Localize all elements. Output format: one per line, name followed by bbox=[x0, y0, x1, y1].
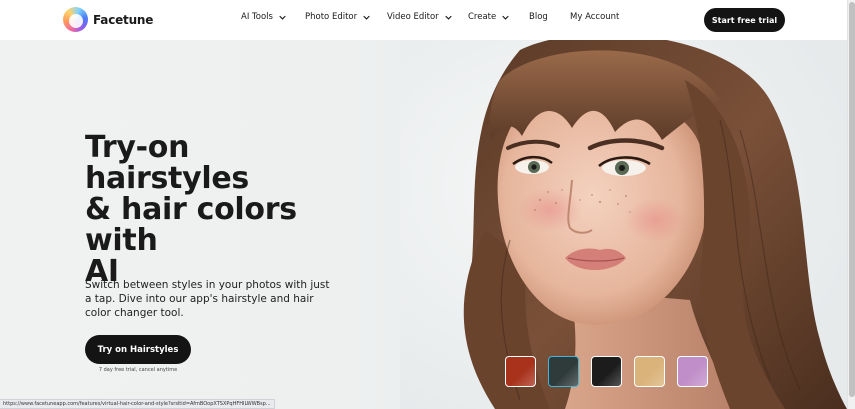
hair-color-swatch-copper-red[interactable] bbox=[505, 356, 536, 387]
chevron-down-icon bbox=[279, 15, 286, 20]
hair-color-swatch-black[interactable] bbox=[591, 356, 622, 387]
nav-ai-tools[interactable]: AI Tools bbox=[241, 12, 286, 22]
chevron-down-icon bbox=[363, 15, 370, 20]
site-header: Facetune AI Tools Photo Editor Video Edi… bbox=[0, 0, 847, 40]
nav-photo-editor[interactable]: Photo Editor bbox=[305, 12, 370, 22]
nav-video-editor[interactable]: Video Editor bbox=[387, 12, 452, 22]
nav-blog[interactable]: Blog bbox=[529, 12, 548, 22]
hero-portrait-image bbox=[400, 40, 847, 409]
chevron-down-icon bbox=[502, 15, 509, 20]
chevron-down-icon bbox=[444, 15, 452, 20]
try-on-hairstyles-button[interactable]: Try on Hairstyles bbox=[85, 335, 191, 364]
trial-note: 7 day free trial, cancel anytime bbox=[98, 367, 178, 373]
hero-section: Try-on hairstyles & hair colors with AI … bbox=[0, 40, 847, 409]
brand-name: Facetune bbox=[93, 12, 154, 27]
nav-item-label: AI Tools bbox=[241, 12, 273, 22]
nav-my-account[interactable]: My Account bbox=[570, 12, 619, 22]
status-bar-url: https://www.facetuneapp.com/features/vir… bbox=[0, 399, 275, 409]
hero-title: Try-on hairstyles & hair colors with AI bbox=[85, 132, 345, 287]
nav-create[interactable]: Create bbox=[468, 12, 509, 22]
facetune-logo[interactable]: Facetune bbox=[63, 7, 153, 32]
hero-title-line: Try-on hairstyles bbox=[85, 130, 249, 196]
facetune-logo-icon bbox=[63, 7, 88, 32]
start-free-trial-button[interactable]: Start free trial bbox=[704, 8, 785, 32]
hair-color-swatches bbox=[505, 356, 708, 387]
hero-subtitle: Switch between styles in your photos wit… bbox=[85, 279, 330, 319]
hair-color-swatch-blonde[interactable] bbox=[634, 356, 665, 387]
nav-item-label: Blog bbox=[529, 12, 548, 22]
nav-item-label: My Account bbox=[570, 12, 620, 22]
nav-item-label: Photo Editor bbox=[305, 12, 358, 22]
hero-title-line: & hair colors with bbox=[85, 192, 297, 258]
hair-color-swatch-dark-teal[interactable] bbox=[548, 356, 579, 387]
scrollbar-thumb[interactable] bbox=[849, 2, 855, 397]
nav-item-label: Video Editor bbox=[387, 12, 439, 22]
page-scrollbar[interactable] bbox=[847, 0, 855, 409]
nav-item-label: Create bbox=[468, 12, 497, 22]
hair-color-swatch-lilac[interactable] bbox=[677, 356, 708, 387]
